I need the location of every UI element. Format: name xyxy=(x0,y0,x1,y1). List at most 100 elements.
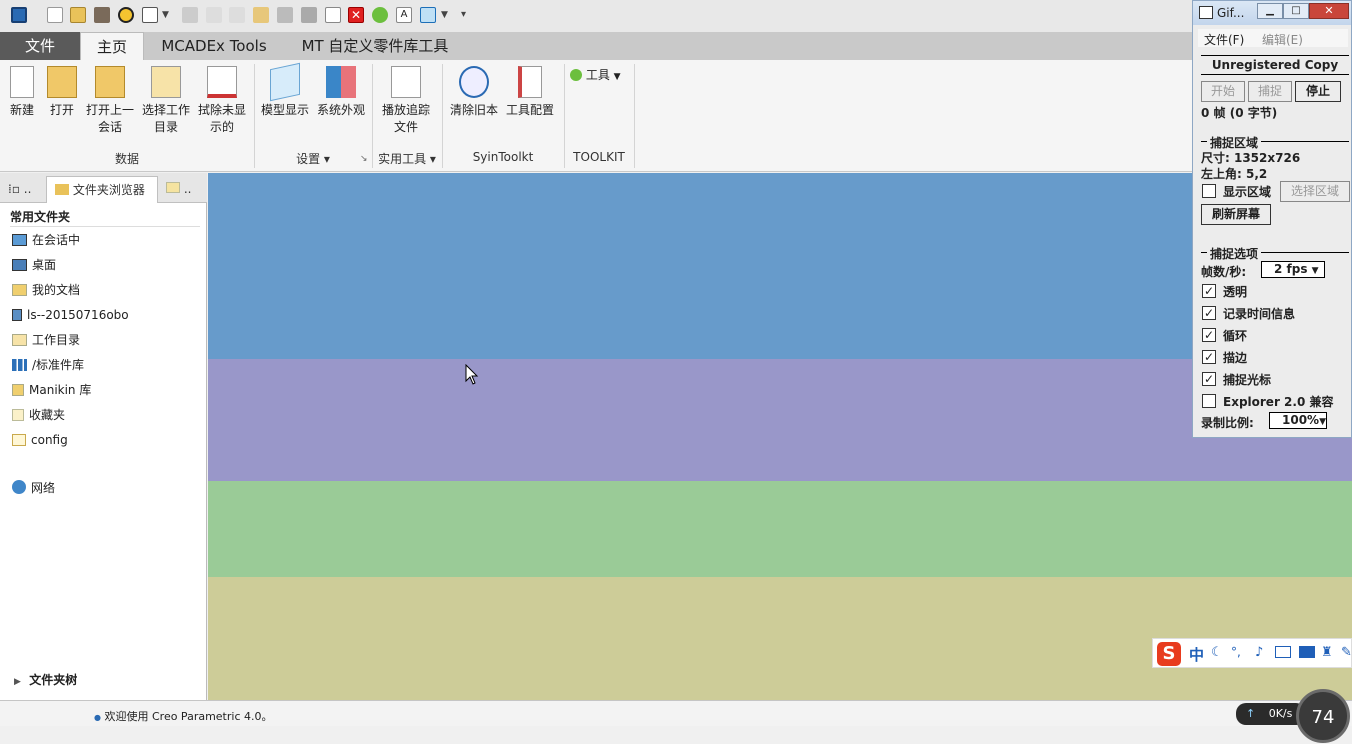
opt-cursor-checkbox[interactable]: ✓ xyxy=(1202,372,1216,386)
capture-button[interactable]: 捕捉 xyxy=(1248,81,1292,102)
ime-language[interactable]: 中 xyxy=(1189,644,1204,665)
tab-home[interactable]: 主页 xyxy=(80,32,144,60)
select-wd-label-2: 目录 xyxy=(153,120,178,134)
microphone-icon[interactable]: ♪ xyxy=(1255,645,1263,660)
wrench-icon[interactable]: ✎ xyxy=(1341,645,1352,660)
folder-label: /标准件库 xyxy=(32,358,85,372)
folder-standard-library[interactable]: /标准件库 xyxy=(12,355,84,375)
playback-trail-button[interactable]: 播放追踪 文件 xyxy=(380,64,432,136)
scale-value: 100% xyxy=(1282,413,1320,427)
network-icon xyxy=(12,480,26,494)
clear-versions-icon xyxy=(459,66,489,98)
undo-icon[interactable] xyxy=(206,7,222,23)
start-button[interactable]: 开始 xyxy=(1201,81,1245,102)
skin-icon[interactable] xyxy=(1299,646,1315,658)
copy-icon[interactable] xyxy=(253,7,269,23)
close-button[interactable]: ✕ xyxy=(1309,3,1349,19)
folder-my-documents[interactable]: 我的文档 xyxy=(12,280,80,300)
model-display-icon xyxy=(270,62,300,102)
clear-old-versions-button[interactable]: 清除旧本 xyxy=(448,64,500,119)
scale-select[interactable]: 100%▼ xyxy=(1269,412,1327,429)
folder-desktop[interactable]: 桌面 xyxy=(12,255,56,275)
app-icon[interactable] xyxy=(11,7,27,23)
main-content-area[interactable] xyxy=(208,173,1352,700)
dialog-launcher-icon[interactable]: ↘ xyxy=(360,154,368,164)
tools-dropdown[interactable]: 工具 ▼ xyxy=(570,66,621,83)
moon-icon[interactable]: ☾ xyxy=(1211,645,1223,660)
tab-file[interactable]: 文件 xyxy=(0,32,80,60)
save-icon[interactable] xyxy=(182,7,198,23)
chevron-down-icon[interactable]: ▼ xyxy=(162,7,170,23)
edit-icon[interactable] xyxy=(277,7,293,23)
opt-transparent-checkbox[interactable]: ✓ xyxy=(1202,284,1216,298)
folder-manikin[interactable]: Manikin 库 xyxy=(12,380,91,400)
shirt-icon[interactable]: ♜ xyxy=(1321,645,1333,660)
group-utilities-dropdown[interactable]: 实用工具 ▾ xyxy=(372,150,442,167)
folder-clock-icon xyxy=(95,66,125,98)
folder-check-icon xyxy=(151,66,181,98)
keyboard-icon[interactable] xyxy=(1275,646,1291,658)
table-icon[interactable] xyxy=(325,7,341,23)
group-settings-label: 设置 xyxy=(296,152,321,166)
close-icon[interactable]: ✕ xyxy=(348,7,364,23)
tab-model-tree[interactable]: ⁞▫ .. xyxy=(0,176,46,203)
chevron-down-icon[interactable]: ▼ xyxy=(441,7,449,23)
tab-folder-browser[interactable]: 文件夹浏览器 xyxy=(46,176,158,203)
refresh-screen-button[interactable]: 刷新屏幕 xyxy=(1201,204,1271,225)
window-icon[interactable] xyxy=(142,7,158,23)
opt-explorer-checkbox[interactable] xyxy=(1202,394,1216,408)
fps-select[interactable]: 2 fps ▼ xyxy=(1261,261,1325,278)
tab-mt-library[interactable]: MT 自定义零件库工具 xyxy=(292,32,458,60)
text-icon[interactable]: A xyxy=(396,7,412,23)
stop-button[interactable]: 停止 xyxy=(1295,81,1341,102)
net-speed-value: 0K/s xyxy=(1268,707,1293,720)
tool-config-button[interactable]: 工具配置 xyxy=(504,64,556,119)
opt-border-checkbox[interactable]: ✓ xyxy=(1202,350,1216,364)
punctuation-icon[interactable]: °, xyxy=(1231,645,1241,659)
monitor-icon xyxy=(12,234,27,246)
customize-qat-icon[interactable]: ▾ xyxy=(461,7,471,23)
menu-edit[interactable]: 编辑(E) xyxy=(1262,31,1303,48)
folder-tree-toggle[interactable]: ▶ 文件夹树 xyxy=(14,671,77,688)
open-button[interactable]: 打开 xyxy=(36,64,88,119)
group-data-label: 数据 xyxy=(114,152,139,166)
folder-computer[interactable]: ls--20150716obo xyxy=(12,305,129,325)
tab-more-label: .. xyxy=(23,182,32,196)
minimize-button[interactable]: ▁ xyxy=(1257,3,1283,19)
model-display-button[interactable]: 模型显示 xyxy=(259,62,311,119)
new-file-icon[interactable] xyxy=(47,7,63,23)
group-settings-dropdown[interactable]: 设置 ▾ xyxy=(254,150,372,167)
folder-working-directory[interactable]: 工作目录 xyxy=(12,330,80,350)
speed-gauge[interactable]: 74 xyxy=(1296,689,1350,743)
select-area-button[interactable]: 选择区域 xyxy=(1280,181,1350,202)
cube-icon[interactable] xyxy=(420,7,436,23)
erase-not-displayed-button[interactable]: 拭除未显 示的 xyxy=(196,64,248,136)
target-icon[interactable] xyxy=(118,7,134,23)
opt-loop-checkbox[interactable]: ✓ xyxy=(1202,328,1216,342)
open-last-session-button[interactable]: 打开上一 会话 xyxy=(84,64,136,136)
folder-network[interactable]: 网络 xyxy=(12,478,55,498)
select-working-directory-button[interactable]: 选择工作 目录 xyxy=(140,64,192,136)
regenerate-icon[interactable] xyxy=(94,7,110,23)
opt-timeinfo-checkbox[interactable]: ✓ xyxy=(1202,306,1216,320)
system-appearance-button[interactable]: 系统外观 xyxy=(315,64,367,119)
list-icon[interactable] xyxy=(301,7,317,23)
tab-mcadex-tools[interactable]: MCADEx Tools xyxy=(152,32,276,60)
redo-icon[interactable] xyxy=(229,7,245,23)
menu-file[interactable]: 文件(F) xyxy=(1204,31,1244,48)
favorites-icon xyxy=(12,409,24,421)
folder-config[interactable]: config xyxy=(12,430,68,450)
opt-cursor-label: 捕捉光标 xyxy=(1223,373,1272,387)
maximize-button[interactable]: □ xyxy=(1283,3,1309,19)
playback-label-1: 播放追踪 xyxy=(381,103,430,117)
tab-favorites[interactable]: .. xyxy=(158,176,204,203)
open-file-icon[interactable] xyxy=(70,7,86,23)
sogou-icon[interactable]: S xyxy=(1157,642,1181,666)
folder-favorites[interactable]: 收藏夹 xyxy=(12,405,65,425)
folder-in-session[interactable]: 在会话中 xyxy=(12,230,80,250)
group-separator xyxy=(634,64,635,168)
globe-icon[interactable] xyxy=(372,7,388,23)
gifcam-titlebar[interactable]: Gif... ▁ □ ✕ xyxy=(1193,1,1351,25)
ime-toolbar: S 中 ☾ °, ♪ ♜ ✎ xyxy=(1152,638,1352,668)
show-area-checkbox[interactable] xyxy=(1202,184,1216,198)
